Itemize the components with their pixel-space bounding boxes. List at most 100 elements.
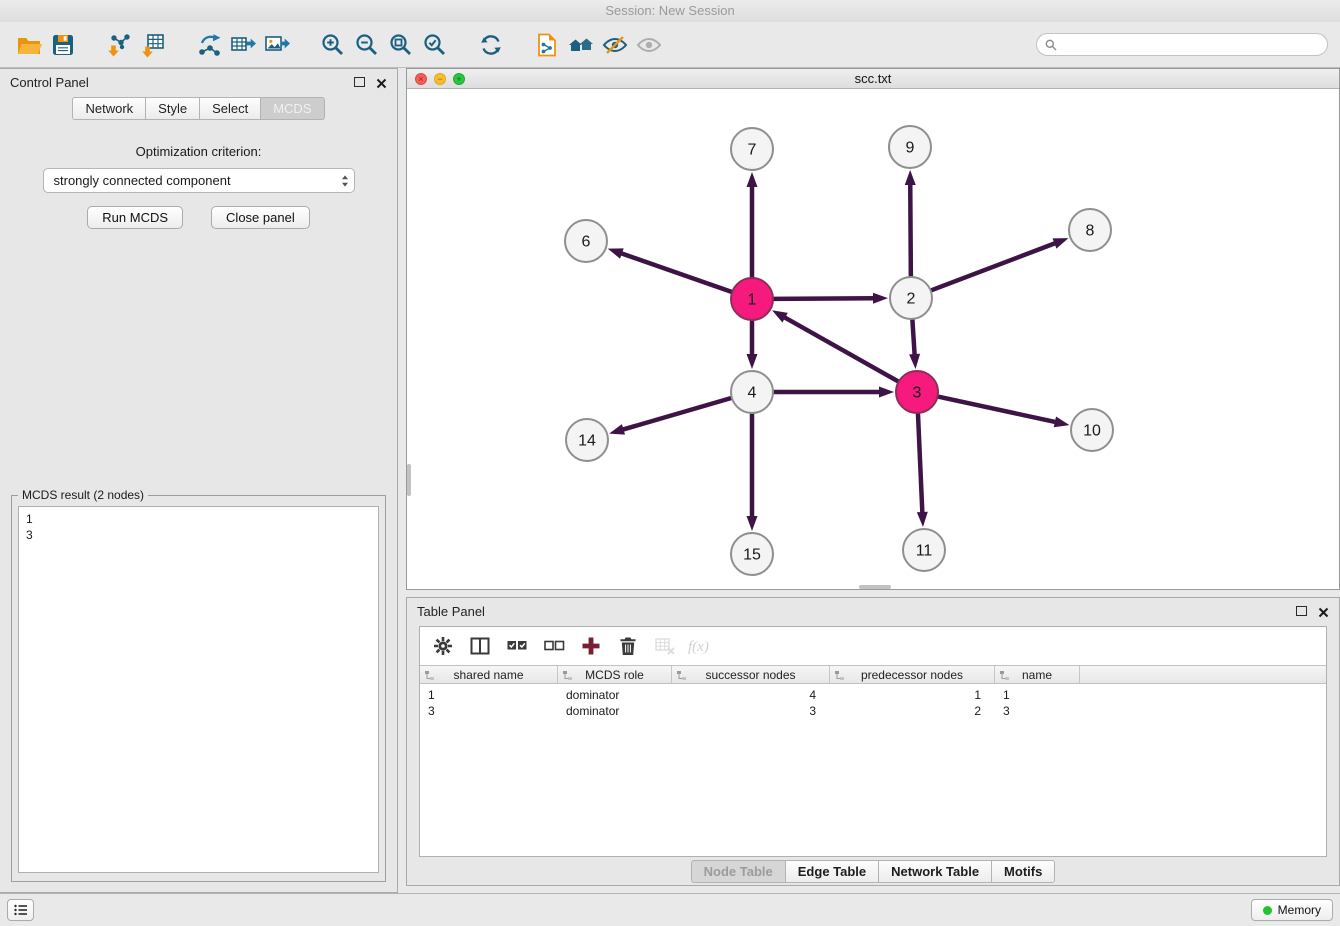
graph-node-4[interactable]: 4 [731,371,773,413]
network-canvas[interactable]: 7 9 6 8 1 2 4 3 14 10 15 11 [407,89,1339,589]
main-toolbar-buttons [12,28,666,62]
vertical-scrollbar[interactable] [407,464,411,496]
sort-icon [562,670,573,681]
graph-node-7[interactable]: 7 [731,128,773,170]
float-panel-icon[interactable] [1296,606,1307,616]
export-image-button[interactable] [260,28,294,62]
run-mcds-button[interactable]: Run MCDS [87,206,183,229]
graph-edge-4-14[interactable] [609,398,731,435]
close-panel-button[interactable]: Close panel [211,206,310,229]
graph-edge-2-3[interactable] [909,320,920,369]
graph-edge-3-1[interactable] [772,310,898,381]
export-table-button[interactable] [226,28,260,62]
table-panel: Table Panel f(x) shared name [406,597,1340,886]
network-window-title: scc.txt [855,71,892,86]
tab-network[interactable]: Network [72,97,146,120]
show-hidden-button[interactable] [632,28,666,62]
zoom-fit-button[interactable] [384,28,418,62]
graph-edge-4-15[interactable] [747,414,758,531]
graph-edge-4-3[interactable] [774,387,894,398]
select-all-button[interactable] [504,633,530,659]
graph-node-8[interactable]: 8 [1069,209,1111,251]
deselect-all-button[interactable] [541,633,567,659]
mcds-result-group: MCDS result (2 nodes) 1 3 [11,495,386,882]
tab-edge-table[interactable]: Edge Table [785,860,879,883]
graph-edge-2-8[interactable] [932,238,1069,290]
export-image-icon [264,32,290,58]
mcds-result-box[interactable]: 1 3 [18,506,379,873]
graph-edge-1-6[interactable] [608,248,732,291]
graph-node-2[interactable]: 2 [890,277,932,319]
tab-select[interactable]: Select [199,97,261,120]
table-panel-title: Table Panel [417,604,485,619]
search-field[interactable] [1036,33,1328,56]
table-row[interactable]: 3 dominator 3 2 3 [420,703,1326,719]
close-panel-icon[interactable] [1318,606,1329,617]
graph-edge-3-10[interactable] [938,397,1069,428]
apply-function-button[interactable]: f(x) [689,633,715,659]
column-header-successor-nodes[interactable]: successor nodes [672,666,830,683]
memory-button-label: Memory [1278,903,1321,917]
graph-edge-2-9[interactable] [905,170,916,276]
refresh-button[interactable] [474,28,508,62]
close-panel-icon[interactable] [376,77,387,88]
minimize-window-icon[interactable]: − [434,73,446,85]
delete-table-button[interactable] [652,633,678,659]
delete-table-icon [654,635,676,657]
import-table-button[interactable] [136,28,170,62]
column-header-shared-name[interactable]: shared name [420,666,558,683]
right-column: × − + scc.txt 7 9 6 8 1 2 4 3 14 10 15 11 Table Pan… [398,68,1340,893]
table-settings-button[interactable] [430,633,456,659]
zoom-selected-button[interactable] [418,28,452,62]
network-view-button[interactable] [530,28,564,62]
column-header-predecessor-nodes[interactable]: predecessor nodes [830,666,995,683]
tab-motifs[interactable]: Motifs [991,860,1055,883]
float-panel-icon[interactable] [354,77,365,87]
tab-style[interactable]: Style [145,97,200,120]
tab-mcds[interactable]: MCDS [260,97,324,120]
graph-node-10[interactable]: 10 [1071,409,1113,451]
export-network-button[interactable] [192,28,226,62]
show-panels-button[interactable] [7,899,34,921]
sort-icon [676,670,687,681]
zoom-in-button[interactable] [316,28,350,62]
graph-edge-1-2[interactable] [774,293,888,304]
show-columns-button[interactable] [467,633,493,659]
graph-node-9[interactable]: 9 [889,126,931,168]
zoom-window-icon[interactable]: + [453,73,465,85]
save-session-button[interactable] [46,28,80,62]
tab-network-table[interactable]: Network Table [878,860,992,883]
search-input[interactable] [1062,38,1319,52]
graph-node-label: 6 [582,234,591,251]
graph-edge-1-7[interactable] [747,172,758,277]
graph-edge-1-4[interactable] [747,321,758,369]
delete-column-button[interactable] [615,633,641,659]
table-row[interactable]: 1 dominator 4 1 1 [420,687,1326,703]
refresh-icon [478,32,504,58]
zoom-out-button[interactable] [350,28,384,62]
horizontal-scrollbar[interactable] [859,585,891,589]
graph-node-1[interactable]: 1 [731,278,773,320]
graph-node-3[interactable]: 3 [896,371,938,413]
graph-node-label: 14 [578,433,596,450]
graph-node-11[interactable]: 11 [903,529,945,571]
network-window: × − + scc.txt 7 9 6 8 1 2 4 3 14 10 15 11 [406,68,1340,590]
graph-edge-3-11[interactable] [917,414,928,527]
column-header-name[interactable]: name [995,666,1080,683]
control-panel-title: Control Panel [10,75,89,90]
graph-node-label: 11 [916,543,933,560]
hide-selected-button[interactable] [598,28,632,62]
graph-node-14[interactable]: 14 [566,419,608,461]
cell-shared-name: 1 [420,688,558,702]
optimization-select[interactable]: strongly connected component [43,168,355,193]
home-button[interactable] [564,28,598,62]
column-header-mcds-role[interactable]: MCDS role [558,666,672,683]
close-window-icon[interactable]: × [415,73,427,85]
graph-node-6[interactable]: 6 [565,220,607,262]
add-column-button[interactable] [578,633,604,659]
memory-button[interactable]: Memory [1251,899,1333,921]
tab-node-table[interactable]: Node Table [691,860,786,883]
open-session-button[interactable] [12,28,46,62]
import-network-button[interactable] [102,28,136,62]
graph-node-15[interactable]: 15 [731,533,773,575]
